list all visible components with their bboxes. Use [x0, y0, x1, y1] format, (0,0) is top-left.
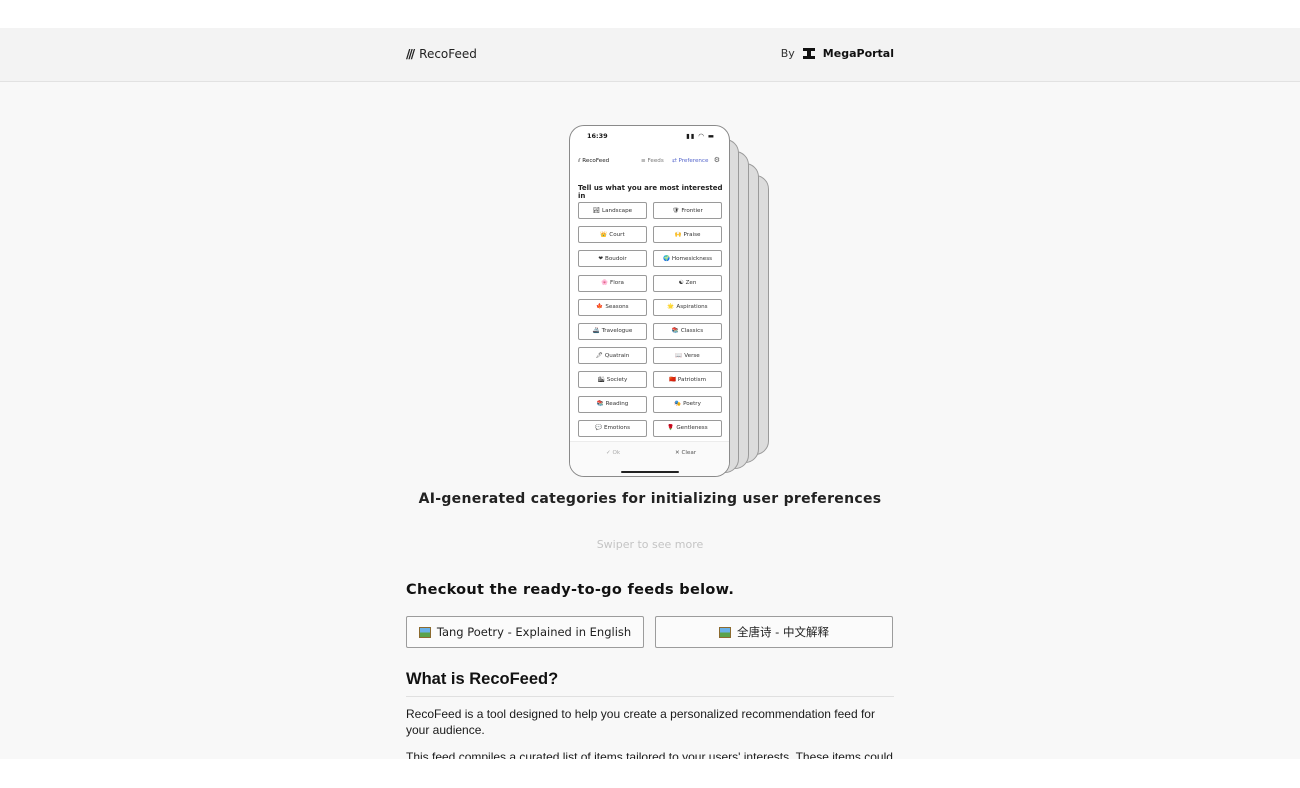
category-emoji-icon: 🍁 [596, 304, 604, 311]
category-label: Court [609, 231, 625, 238]
phone-carousel[interactable]: 16:39 ▮▮ ◠ ▬ ⫽ RecoFeed ≡ Feeds ⇄ Prefer… [568, 125, 778, 477]
category-emoji-icon: 🛡 [672, 207, 680, 214]
category-chip: ❤ Boudoir [578, 250, 647, 268]
category-label: Reading [605, 401, 629, 407]
phone-footer: ✓ Ok ✕ Clear [570, 441, 729, 476]
framed-picture-icon [418, 626, 431, 638]
category-emoji-icon: ❤ [598, 255, 604, 262]
by-label: By [780, 47, 795, 60]
category-emoji-icon: 🎭 [674, 401, 682, 407]
category-chip: 🍁 Seasons [578, 298, 647, 316]
category-label: Emotions [603, 425, 630, 432]
category-emoji-icon: 🏙 [597, 376, 605, 383]
phone-settings-icon: ⚙ [713, 156, 720, 164]
category-label: Praise [683, 231, 701, 238]
category-label: Gentleness [676, 425, 708, 432]
category-emoji-icon: 🇨🇳 [668, 376, 676, 383]
feed-button-label: Tang Poetry - Explained in English [436, 625, 632, 639]
brand-link[interactable]: /// RecoFeed [406, 47, 477, 61]
category-grid: 🏞 Landscape 🛡 Frontier 👑 Court 🙌 Praise ❤ Boudoir… [578, 202, 724, 437]
feed-button-tang-chinese[interactable]: 全唐诗 - 中文解释 [655, 616, 893, 648]
megaportal-logo-icon [802, 48, 815, 59]
category-label: Zen [685, 280, 697, 287]
category-chip: 🙌 Praise [653, 226, 722, 244]
category-label: Boudoir [605, 255, 627, 262]
phone-nav: ⫽ RecoFeed ≡ Feeds ⇄ Preference ⚙ [570, 156, 729, 170]
category-label: Poetry [683, 401, 701, 407]
checkout-heading: Checkout the ready-to-go feeds below. [406, 582, 735, 598]
category-emoji-icon: 🌸 [601, 280, 609, 287]
category-chip: 🏙 Society [578, 371, 647, 389]
phone-preview: 16:39 ▮▮ ◠ ▬ ⫽ RecoFeed ≡ Feeds ⇄ Prefer… [569, 125, 730, 477]
category-emoji-icon: 📚 [596, 401, 604, 407]
category-chip: 🌸 Flora [578, 274, 647, 292]
category-chip: 📚 Classics [653, 322, 722, 340]
category-chip: 💬 Emotions [578, 419, 647, 437]
swiper-hint: Swiper to see more [596, 538, 704, 551]
category-chip: 🏞 Landscape [578, 202, 647, 219]
category-emoji-icon: 📖 [675, 352, 683, 359]
recofeed-logo-icon: /// [406, 47, 415, 61]
category-label: Seasons [605, 304, 629, 311]
framed-picture-icon [719, 626, 732, 638]
phone-brand: ⫽ RecoFeed [578, 158, 610, 164]
phone-ok-button: ✓ Ok [606, 450, 621, 456]
by-name: MegaPortal [822, 47, 894, 60]
category-label: Flora [610, 280, 624, 287]
category-emoji-icon: 💬 [594, 425, 602, 432]
page: /// RecoFeed By MegaPortal 16:39 ▮▮ ◠ ▬ … [0, 28, 1300, 759]
category-emoji-icon: 👑 [600, 231, 608, 238]
phone-clear-button: ✕ Clear [675, 450, 697, 456]
category-chip: 🌍 Homesickness [653, 250, 722, 268]
category-label: Society [606, 376, 628, 383]
category-emoji-icon: 🏞 [592, 207, 601, 214]
signal-wifi-battery-icon: ▮▮ ◠ ▬ [686, 132, 715, 140]
phone-tab-feeds: ≡ Feeds [641, 158, 664, 164]
category-chip: 📚 Reading [578, 395, 647, 413]
category-label: Aspirations [676, 304, 708, 311]
about-paragraph: This feed compiles a curated list of ite… [406, 750, 893, 759]
category-emoji-icon: 🌍 [662, 255, 670, 262]
category-label: Classics [680, 328, 704, 335]
brand-name: RecoFeed [419, 47, 477, 61]
category-chip: 🌹 Gentleness [653, 419, 722, 437]
phone-time: 16:39 [587, 132, 608, 140]
category-chip: 🚢 Travelogue [578, 322, 647, 340]
category-emoji-icon: 🌹 [667, 425, 675, 432]
phone-tab-preference: ⇄ Preference [672, 158, 709, 164]
category-emoji-icon: 🙌 [674, 231, 682, 238]
category-chip: 🌟 Aspirations [653, 298, 722, 316]
category-chip: 👑 Court [578, 226, 647, 244]
feed-button-label: 全唐诗 - 中文解释 [737, 625, 829, 639]
carousel-caption: AI-generated categories for initializing… [418, 491, 882, 507]
category-label: Verse [684, 352, 700, 359]
phone-prompt: Tell us what you are most interested in [578, 184, 723, 200]
category-label: Travelogue [601, 328, 633, 335]
category-emoji-icon: 🖊 [595, 352, 603, 359]
category-chip: 🇨🇳 Patriotism [653, 371, 722, 389]
category-chip: 🎭 Poetry [653, 395, 722, 413]
category-label: Patriotism [677, 376, 707, 383]
about-heading: What is RecoFeed? [406, 670, 894, 697]
category-chip: 🛡 Frontier [653, 202, 722, 219]
category-label: Frontier [681, 207, 703, 214]
top-bar: /// RecoFeed By MegaPortal [0, 28, 1300, 82]
category-chip: 🖊 Quatrain [578, 347, 647, 365]
home-indicator [621, 471, 679, 473]
category-chip: 📖 Verse [653, 347, 722, 365]
phone-status-bar: 16:39 ▮▮ ◠ ▬ [570, 132, 729, 142]
category-label: Quatrain [604, 352, 630, 359]
category-label: Homesickness [671, 255, 713, 262]
by-megaportal-link[interactable]: By MegaPortal [781, 47, 894, 60]
category-emoji-icon: 🚢 [592, 328, 600, 335]
category-label: Landscape [602, 207, 633, 214]
feed-button-tang-english[interactable]: Tang Poetry - Explained in English [406, 616, 644, 648]
category-emoji-icon: ☯ [678, 280, 684, 287]
category-chip: ☯ Zen [653, 274, 722, 292]
category-emoji-icon: 📚 [671, 328, 679, 335]
category-emoji-icon: 🌟 [667, 304, 675, 311]
about-paragraph: RecoFeed is a tool designed to help you … [406, 707, 875, 737]
